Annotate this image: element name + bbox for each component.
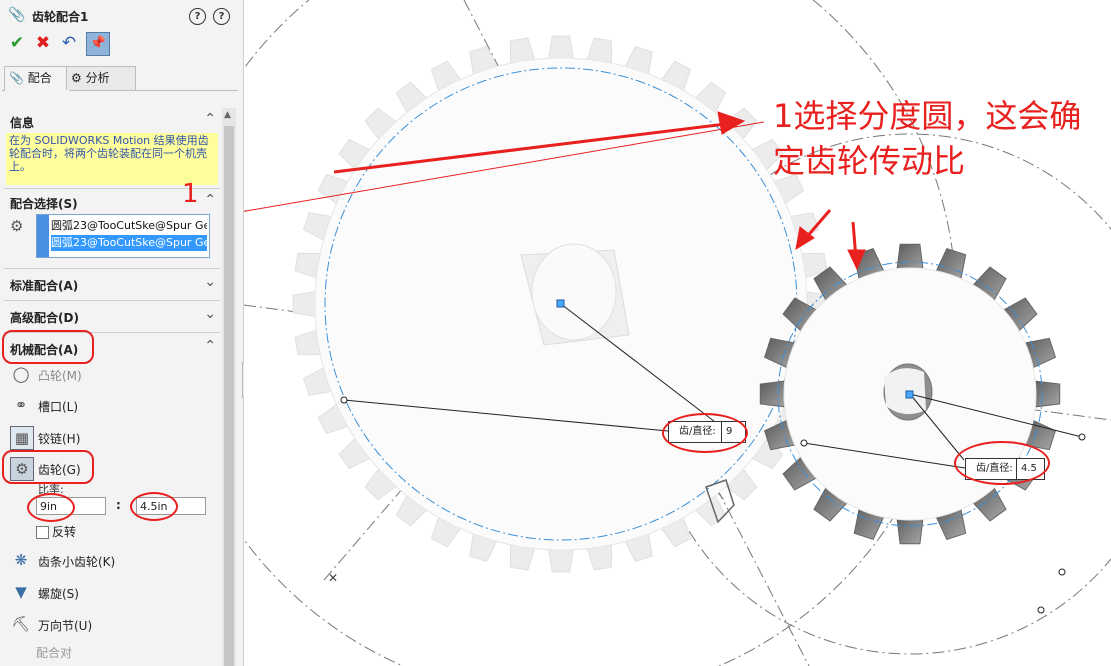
- mate-screw[interactable]: ▼ 螺旋(S): [8, 580, 218, 606]
- scrollbar[interactable]: ▲: [222, 108, 236, 666]
- highlight-ratio-1: [27, 493, 75, 522]
- whats-wrong-help-icon[interactable]: ?: [189, 8, 206, 25]
- mate-entities-icon: ⚙: [10, 217, 24, 235]
- section-label: 标准配合(A): [10, 279, 79, 293]
- mate-pairs-label: 配合对: [36, 646, 73, 660]
- tab-label: 分析: [85, 71, 110, 85]
- undo-icon[interactable]: ↶: [58, 32, 80, 54]
- scroll-up-icon[interactable]: ▲: [224, 110, 231, 120]
- rack-pinion-icon: ❋: [14, 551, 28, 569]
- small-gear-hub-face: [884, 368, 926, 415]
- scroll-thumb[interactable]: [224, 126, 234, 666]
- highlight-ratio-2: [130, 492, 178, 521]
- section-advanced-mates[interactable]: 高级配合(D) ⌄: [4, 305, 220, 327]
- cross-mark-icon: ✕: [328, 571, 338, 585]
- selection-list[interactable]: 圆弧23@TooCutSke@Spur Ge 圆弧23@TooCutSke@Sp…: [36, 214, 210, 258]
- reverse-checkbox[interactable]: [36, 526, 49, 539]
- info-message: 在为 SOLIDWORKS Motion 结果使用齿轮配合时，将两个齿轮装配在同…: [6, 133, 218, 185]
- tab-bar: 📎 配合 ⚙ 分析: [2, 66, 238, 91]
- help-icon[interactable]: ?: [213, 8, 230, 25]
- paperclip-icon: 📎: [8, 7, 26, 23]
- mate-slot[interactable]: ⚭ 槽口(L): [8, 393, 218, 419]
- highlight-gear1-dim: [662, 413, 748, 453]
- pin-icon[interactable]: 📌: [86, 32, 110, 56]
- mate-label: 铰链(H): [38, 432, 81, 446]
- annotation-callout: 1选择分度圆，这会确定齿轮传动比: [773, 97, 1082, 180]
- tab-analysis[interactable]: ⚙ 分析: [66, 66, 136, 90]
- mate-universal-joint[interactable]: ⛏ 万向节(U): [8, 612, 218, 638]
- cancel-x-icon[interactable]: ✖: [32, 32, 54, 54]
- selection-indicator: [37, 215, 49, 257]
- small-gear-origin[interactable]: [905, 390, 914, 399]
- action-toolbar: ✔ ✖ ↶ 📌: [6, 32, 146, 56]
- screw-icon: ▼: [15, 583, 27, 601]
- section-standard-mates[interactable]: 标准配合(A) ⌄: [4, 273, 220, 295]
- large-gear-origin[interactable]: [556, 299, 565, 308]
- ratio-separator: :: [116, 498, 121, 512]
- page-title: 齿轮配合1: [32, 10, 89, 24]
- cam-icon: ◯: [12, 365, 30, 383]
- mate-rack-pinion[interactable]: ❋ 齿条小齿轮(K): [8, 548, 218, 574]
- chevron-up-icon[interactable]: ⌃: [204, 192, 216, 208]
- chevron-up-icon[interactable]: ⌃: [204, 338, 216, 354]
- mate-label: 凸轮(M): [38, 369, 82, 383]
- paperclip-icon: 📎: [9, 71, 24, 85]
- property-manager: 📎 齿轮配合1 ? ? ✔ ✖ ↶ 📌 📎 配合 ⚙ 分析 ▲ 信息 ⌃ 在为 …: [0, 0, 244, 666]
- mate-hinge[interactable]: ▦ 铰链(H): [8, 425, 218, 451]
- list-item[interactable]: 圆弧23@TooCutSke@Spur Ge: [51, 218, 207, 234]
- mate-label: 齿条小齿轮(K): [38, 555, 116, 569]
- section-label: 信息: [10, 116, 35, 130]
- mate-label: 槽口(L): [38, 400, 79, 414]
- tab-label: 配合: [27, 71, 52, 85]
- highlight-gear-mate: [2, 450, 94, 484]
- universal-joint-icon: ⛏: [11, 615, 31, 633]
- chevron-down-icon[interactable]: ⌄: [204, 306, 216, 322]
- chevron-up-icon[interactable]: ⌃: [204, 111, 216, 127]
- list-item-selected[interactable]: 圆弧23@TooCutSke@Spur Ge: [51, 235, 207, 251]
- section-info[interactable]: 信息 ⌃: [4, 110, 220, 132]
- hinge-icon: ▦: [10, 426, 34, 450]
- gears-icon: ⚙: [71, 71, 82, 85]
- mate-cam[interactable]: ◯ 凸轮(M): [8, 362, 218, 388]
- highlight-gear2-dim: [954, 441, 1050, 485]
- title-bar: 📎 齿轮配合1 ? ?: [6, 6, 238, 26]
- section-label: 高级配合(D): [10, 311, 79, 325]
- section-label: 配合选择(S): [10, 197, 78, 211]
- reverse-label: 反转: [52, 525, 77, 539]
- large-gear-bore: [531, 243, 617, 341]
- divider: [4, 268, 220, 269]
- mate-label: 螺旋(S): [38, 587, 79, 601]
- tab-mates[interactable]: 📎 配合: [4, 66, 70, 91]
- divider: [4, 300, 220, 301]
- chevron-down-icon[interactable]: ⌄: [204, 274, 216, 290]
- slot-icon: ⚭: [14, 396, 28, 414]
- highlight-mechanical-mates: [2, 330, 94, 364]
- step-number: 1: [182, 179, 199, 209]
- mate-label: 万向节(U): [38, 619, 93, 633]
- ok-check-icon[interactable]: ✔: [6, 32, 28, 54]
